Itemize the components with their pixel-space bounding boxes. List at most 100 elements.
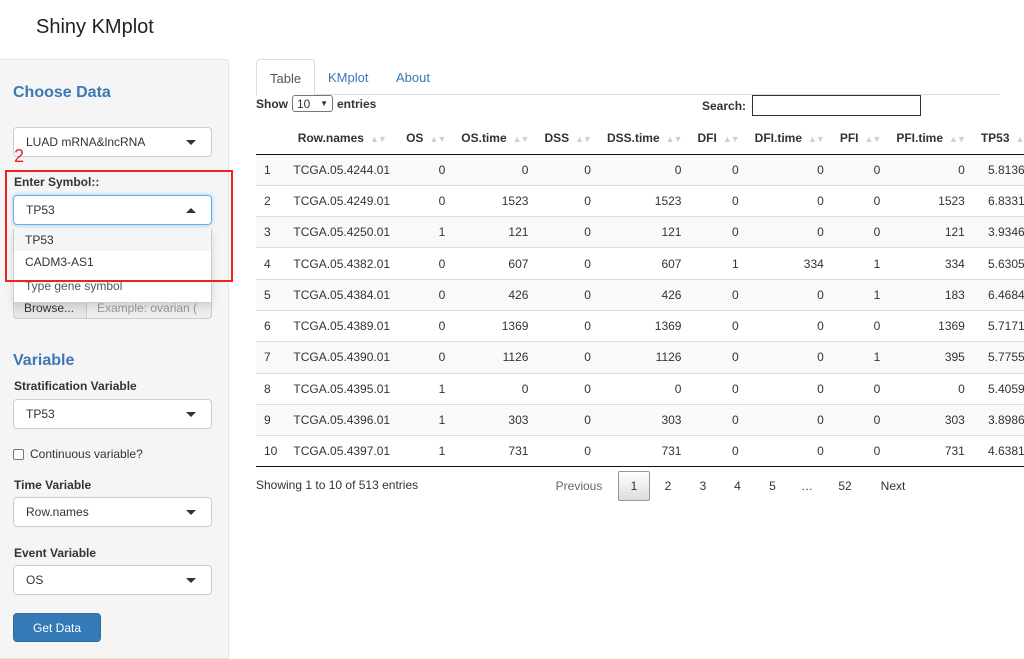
pagination-page-1[interactable]: 1 bbox=[618, 471, 650, 501]
continuous-checkbox[interactable] bbox=[13, 448, 24, 460]
table-cell: 1523 bbox=[888, 184, 973, 217]
table-cell: 5.63054 bbox=[972, 247, 1024, 280]
symbol-select[interactable]: TP53 bbox=[13, 195, 212, 225]
table-cell: 1 bbox=[398, 403, 454, 436]
table-row: 8TCGA.05.4395.01100000005.40594 bbox=[256, 372, 1024, 405]
pagination: Previous 1 2 3 4 5 … 52 Next bbox=[548, 471, 920, 501]
column-header-row-names[interactable]: Row.names ▲▼ bbox=[285, 123, 399, 155]
symbol-select-value: TP53 bbox=[26, 203, 55, 217]
stratification-select[interactable]: TP53 bbox=[13, 399, 212, 429]
table-cell: 0 bbox=[689, 372, 747, 405]
pagination-previous[interactable]: Previous bbox=[548, 471, 610, 501]
event-variable-label: Event Variable bbox=[14, 546, 97, 560]
annotation-number: 2 bbox=[14, 146, 25, 166]
table-cell: 9 bbox=[256, 403, 286, 436]
sort-icon: ▲▼ bbox=[575, 134, 592, 145]
table-cell: 0 bbox=[746, 184, 832, 217]
column-header-dfi-time[interactable]: DFI.time ▲▼ bbox=[746, 123, 832, 155]
time-variable-select[interactable]: Row.names bbox=[13, 497, 212, 527]
table-cell: 303 bbox=[598, 403, 690, 436]
tab-about[interactable]: About bbox=[383, 59, 443, 95]
table-cell: 0 bbox=[598, 153, 690, 186]
symbol-option[interactable]: CADM3-AS1 bbox=[14, 251, 211, 273]
table-cell: 0 bbox=[746, 153, 832, 186]
app-title: Shiny KMplot bbox=[36, 16, 154, 38]
search-input[interactable] bbox=[752, 95, 922, 116]
stratification-select-value: TP53 bbox=[26, 407, 55, 421]
column-header-dss[interactable]: DSS ▲▼ bbox=[536, 123, 599, 155]
tab-table[interactable]: Table bbox=[256, 59, 316, 96]
page-length-select[interactable]: 10 ▼ bbox=[292, 95, 333, 112]
table-cell: 1369 bbox=[598, 309, 690, 342]
table-cell: 0 bbox=[536, 247, 599, 280]
column-header-os-time[interactable]: OS.time ▲▼ bbox=[453, 123, 537, 155]
tab-kmplot[interactable]: KMplot bbox=[315, 59, 381, 95]
table-cell: TCGA.05.4390.01 bbox=[285, 341, 399, 374]
sort-icon: ▲▼ bbox=[808, 134, 825, 145]
table-cell: 303 bbox=[453, 403, 537, 436]
table-cell: 0 bbox=[536, 278, 599, 311]
table-cell: 0 bbox=[398, 278, 454, 311]
continuous-checkbox-row[interactable]: Continuous variable? bbox=[13, 447, 143, 461]
table-cell: 2 bbox=[256, 184, 286, 217]
column-header-dfi[interactable]: DFI ▲▼ bbox=[689, 123, 747, 155]
table-cell: 3 bbox=[256, 216, 286, 248]
dataset-select[interactable]: LUAD mRNA&lncRNA bbox=[13, 127, 212, 157]
event-variable-select[interactable]: OS bbox=[13, 565, 212, 595]
table-cell: 0 bbox=[398, 341, 454, 374]
table-cell: 731 bbox=[598, 435, 690, 468]
table-cell: 0 bbox=[831, 435, 889, 468]
table-cell: 1 bbox=[689, 247, 747, 280]
table-cell: 0 bbox=[536, 309, 599, 342]
table-cell: 0 bbox=[746, 278, 832, 311]
choose-data-heading: Choose Data bbox=[13, 84, 111, 101]
table-cell: 0 bbox=[689, 309, 747, 342]
column-header-dss-time[interactable]: DSS.time ▲▼ bbox=[598, 123, 690, 155]
table-cell: 0 bbox=[746, 309, 832, 342]
pagination-next[interactable]: Next bbox=[866, 471, 920, 501]
table-body: 1TCGA.05.4244.01000000005.813632TCGA.05.… bbox=[256, 153, 1024, 468]
symbol-option[interactable]: TP53 bbox=[14, 229, 211, 251]
table-cell: 121 bbox=[888, 216, 973, 248]
table-cell: 0 bbox=[689, 341, 747, 374]
table-cell: 0 bbox=[398, 247, 454, 280]
column-header-pfi[interactable]: PFI ▲▼ bbox=[831, 123, 889, 155]
table-cell: 0 bbox=[536, 435, 599, 468]
table-row: 9TCGA.05.4396.01130303030003033.89862 bbox=[256, 403, 1024, 436]
chevron-down-icon: ▼ bbox=[320, 99, 328, 108]
table-search: Search: bbox=[702, 95, 922, 116]
table-cell: TCGA.05.4384.01 bbox=[285, 278, 399, 311]
table-cell: 0 bbox=[536, 403, 599, 436]
pagination-page-4[interactable]: 4 bbox=[720, 471, 755, 501]
table-cell: 1 bbox=[831, 278, 889, 311]
table-cell: 5.81363 bbox=[972, 153, 1024, 186]
search-label: Search: bbox=[702, 98, 747, 113]
table-info: Showing 1 to 10 of 513 entries bbox=[256, 478, 419, 492]
table-cell: 607 bbox=[598, 247, 690, 280]
table-cell: TCGA.05.4396.01 bbox=[285, 403, 399, 436]
table-cell: 1523 bbox=[453, 184, 537, 217]
get-data-button[interactable]: Get Data bbox=[13, 613, 101, 642]
pagination-page-52[interactable]: 52 bbox=[824, 471, 866, 501]
pagination-page-3[interactable]: 3 bbox=[686, 471, 720, 501]
pagination-ellipsis: … bbox=[801, 479, 813, 493]
pagination-page-5[interactable]: 5 bbox=[755, 471, 790, 501]
column-header-tp53[interactable]: TP53▲▼ bbox=[972, 123, 1024, 155]
table-cell: 0 bbox=[689, 153, 747, 186]
column-header-os[interactable]: OS ▲▼ bbox=[398, 123, 454, 155]
show-entries-control: Show 10 ▼ entries bbox=[256, 95, 376, 112]
sort-icon: ▲▼ bbox=[369, 134, 387, 145]
table-cell: 0 bbox=[689, 184, 747, 217]
table-row: 10TCGA.05.4397.01173107310007314.63813 bbox=[256, 435, 1024, 468]
table-cell: 1369 bbox=[453, 309, 537, 342]
table-cell: 334 bbox=[888, 247, 973, 280]
table-cell: 1 bbox=[398, 372, 454, 405]
table-cell: 8 bbox=[256, 372, 286, 405]
show-label: Show bbox=[256, 96, 288, 111]
table-cell: 1 bbox=[831, 341, 889, 374]
table-cell: 303 bbox=[888, 403, 973, 436]
chevron-down-icon bbox=[186, 510, 196, 515]
pagination-page-2[interactable]: 2 bbox=[650, 471, 686, 501]
column-header-pfi-time[interactable]: PFI.time ▲▼ bbox=[888, 123, 973, 155]
table-cell: 0 bbox=[746, 435, 832, 468]
